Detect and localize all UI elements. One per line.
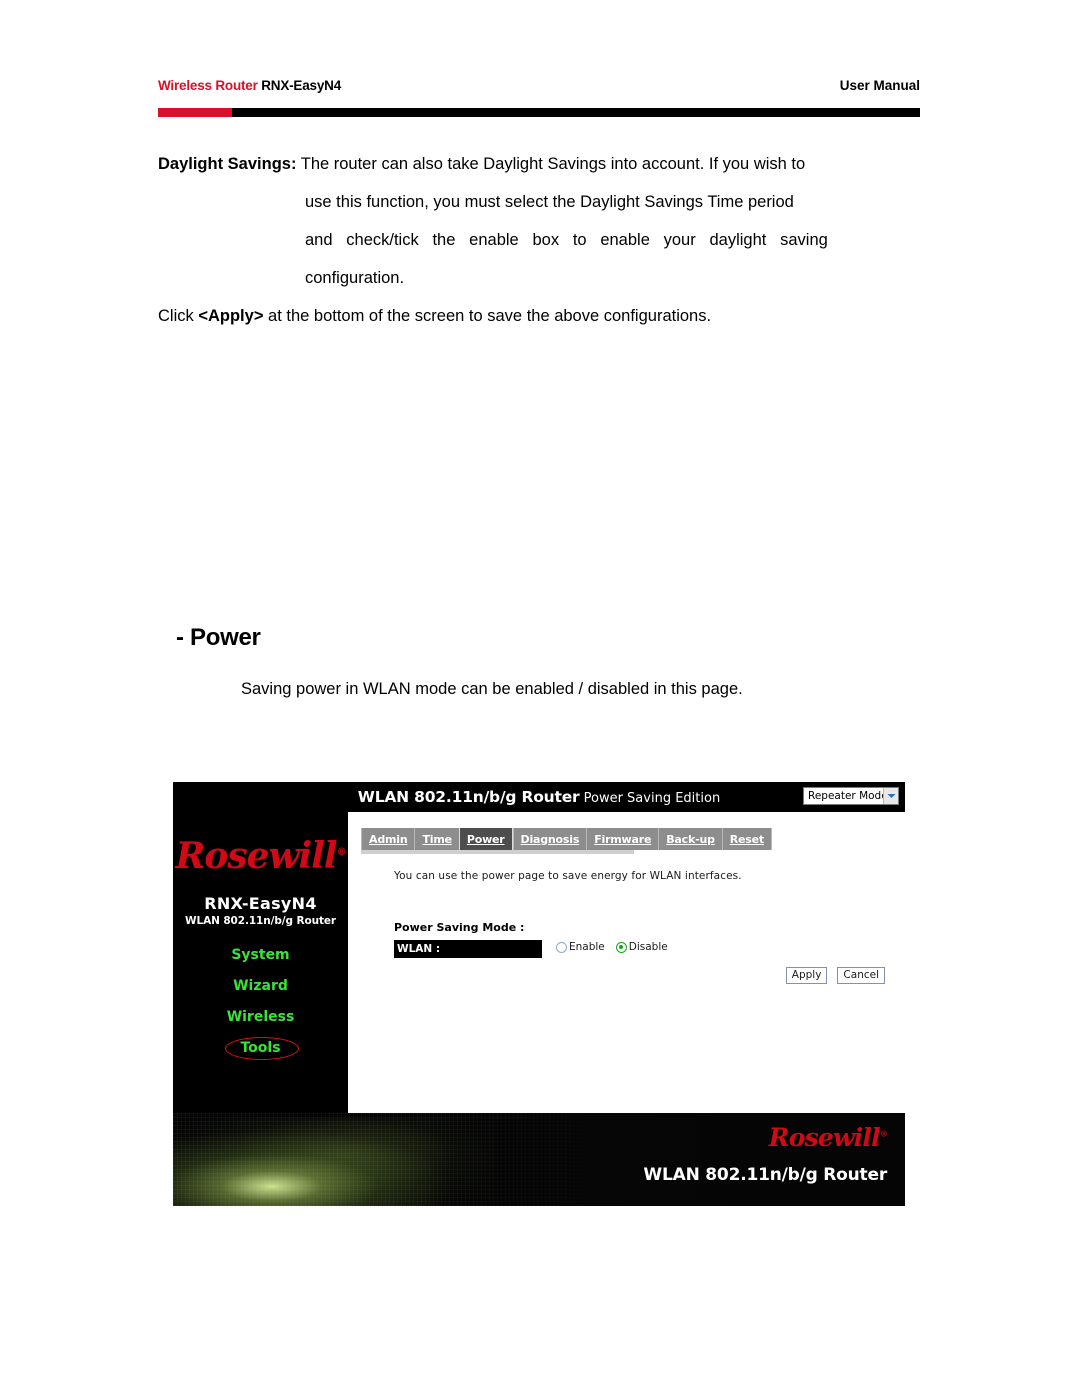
- wlan-field-label: WLAN :: [394, 940, 542, 958]
- daylight-savings-line3: and check/tick the enable box to enable …: [305, 231, 828, 249]
- sidebar-item-tools[interactable]: Tools: [173, 1037, 348, 1060]
- form-buttons: Apply Cancel: [785, 967, 885, 984]
- router-title-light: Power Saving Edition: [579, 791, 721, 806]
- sidebar-item-tools-label: Tools: [240, 1040, 281, 1056]
- radio-disable[interactable]: Disable: [615, 941, 668, 953]
- chevron-down-icon[interactable]: [883, 788, 898, 804]
- section-heading: - Power: [176, 624, 261, 651]
- rosewill-logo: Rosewill®: [173, 826, 348, 880]
- mode-select-value: Repeater Mode: [808, 790, 883, 802]
- tab-firmware[interactable]: Firmware: [586, 828, 658, 850]
- rosewill-logo-text: Rosewill: [175, 835, 337, 877]
- router-ui-screenshot: WLAN 802.11n/b/g Router Power Saving Edi…: [173, 782, 905, 1206]
- sidebar-item-system[interactable]: System: [173, 947, 348, 963]
- footer-tagline: WLAN 802.11n/b/g Router: [643, 1165, 887, 1185]
- section-subtext: Saving power in WLAN mode can be enabled…: [241, 680, 743, 698]
- header-rule: [158, 108, 920, 117]
- footer-rosewill-logo: Rosewill®: [768, 1123, 888, 1152]
- footer-registered-mark-icon: ®: [879, 1128, 888, 1139]
- page-header: Wireless Router RNX-EasyN4 User Manual: [158, 78, 920, 120]
- power-page-description: You can use the power page to save energ…: [394, 870, 742, 882]
- sidebar-item-wireless[interactable]: Wireless: [173, 1009, 348, 1025]
- tab-power[interactable]: Power: [458, 828, 513, 850]
- paragraph-apply-note: Click <Apply> at the bottom of the scree…: [158, 303, 923, 329]
- sidebar-model: RNX-EasyN4: [204, 894, 317, 913]
- radio-disable-icon[interactable]: [615, 941, 627, 953]
- tab-time[interactable]: Time: [414, 828, 458, 850]
- tabbar-shadow: [361, 850, 634, 854]
- header-rule-accent: [158, 108, 232, 117]
- header-doc-type: User Manual: [839, 78, 920, 93]
- sidebar-item-wizard[interactable]: Wizard: [173, 978, 348, 994]
- radio-disable-label: Disable: [628, 941, 668, 953]
- header-brand-prefix: Wireless Router: [158, 78, 262, 93]
- daylight-savings-line4: configuration.: [305, 269, 405, 287]
- radio-enable-icon[interactable]: [556, 941, 567, 953]
- footer-rosewill-logo-text: Rosewill: [768, 1123, 881, 1152]
- tab-reset[interactable]: Reset: [721, 828, 771, 850]
- router-footer-banner: Rosewill® WLAN 802.11n/b/g Router: [173, 1113, 905, 1206]
- tab-backup[interactable]: Back-up: [658, 828, 722, 850]
- router-title: WLAN 802.11n/b/g Router Power Saving Edi…: [173, 782, 905, 812]
- daylight-savings-line2: use this function, you must select the D…: [305, 193, 794, 211]
- apply-note-after: at the bottom of the screen to save the …: [263, 307, 712, 325]
- daylight-savings-lead: Daylight Savings:: [158, 155, 297, 173]
- apply-note-bold: <Apply>: [198, 307, 264, 325]
- radio-enable[interactable]: Enable: [556, 941, 605, 953]
- apply-note-before: Click: [158, 307, 199, 325]
- router-title-bold: WLAN 802.11n/b/g Router: [357, 788, 580, 806]
- paragraph-daylight-savings: Daylight Savings: The router can also ta…: [158, 145, 923, 297]
- apply-button[interactable]: Apply: [785, 967, 828, 984]
- radio-enable-label: Enable: [569, 941, 605, 953]
- tab-admin[interactable]: Admin: [361, 828, 414, 850]
- power-saving-mode-label: Power Saving Mode :: [394, 921, 525, 934]
- sidebar-model-sub: WLAN 802.11n/b/g Router: [185, 915, 336, 927]
- mode-select[interactable]: Repeater Mode: [803, 787, 899, 805]
- tab-diagnosis[interactable]: Diagnosis: [512, 828, 587, 850]
- header-model: RNX-EasyN4: [261, 78, 342, 93]
- router-content-panel: Admin Time Power Diagnosis Firmware Back…: [348, 812, 905, 1113]
- router-sidebar: Rosewill® RNX-EasyN4 WLAN 802.11n/b/g Ro…: [173, 812, 348, 1113]
- header-brand: Wireless Router RNX-EasyN4: [158, 78, 341, 93]
- router-titlebar: WLAN 802.11n/b/g Router Power Saving Edi…: [173, 782, 905, 812]
- sidebar-menu: System Wizard Wireless Tools: [173, 947, 348, 1060]
- cancel-button[interactable]: Cancel: [837, 967, 885, 984]
- daylight-savings-line1: The router can also take Daylight Saving…: [296, 155, 806, 173]
- router-tabbar: Admin Time Power Diagnosis Firmware Back…: [361, 828, 772, 850]
- power-saving-radio-group: Enable Disable: [556, 941, 668, 953]
- registered-mark-icon: ®: [336, 847, 347, 858]
